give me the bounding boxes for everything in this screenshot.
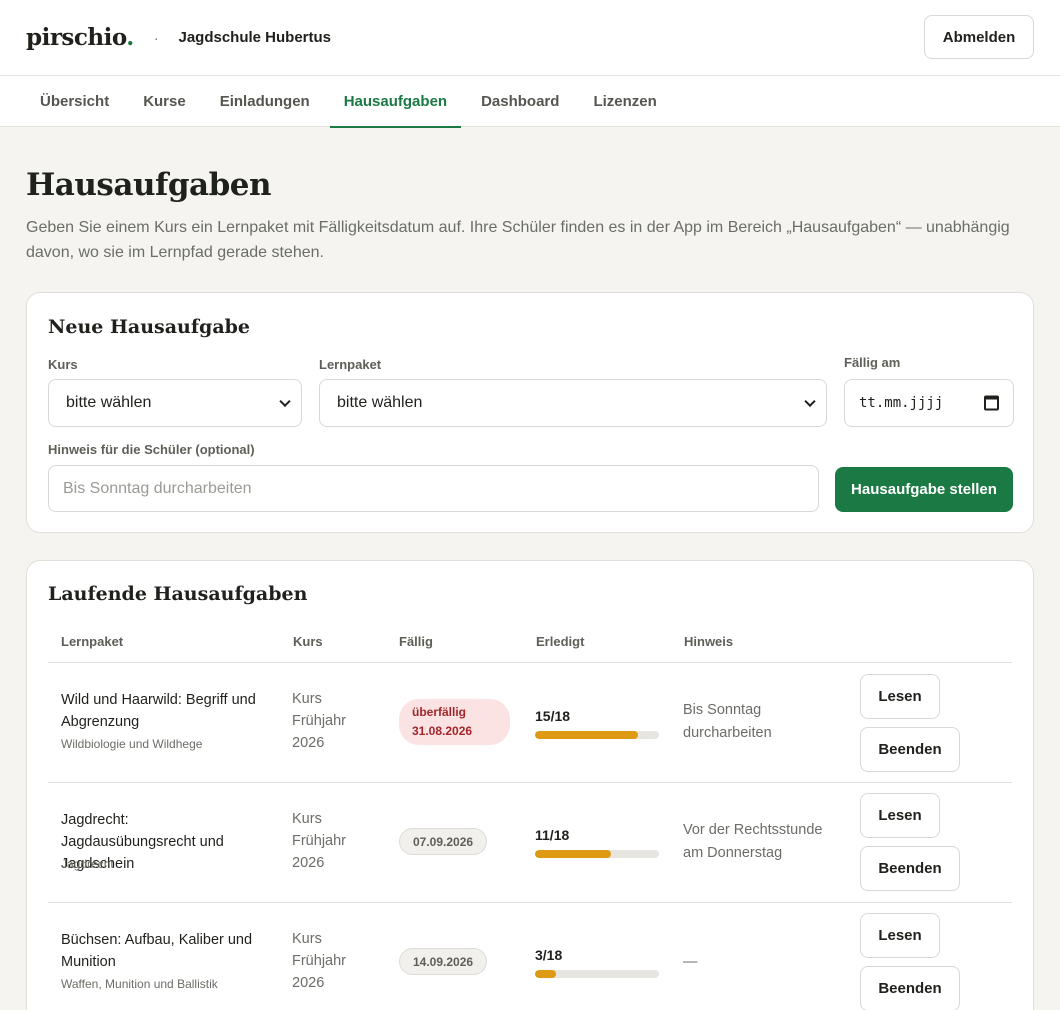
package-select[interactable]: bitte wählen [319, 379, 827, 427]
due-date-input[interactable]: tt.mm.jjjj [844, 379, 1014, 427]
running-homework-card: Laufende Hausaufgaben Lernpaket Kurs Fäl… [26, 560, 1034, 1010]
table-row: Wild und Haarwild: Begriff und Abgrenzun… [48, 663, 1012, 783]
package-label: Lernpaket [319, 357, 382, 372]
tab-uebersicht[interactable]: Übersicht [26, 76, 123, 127]
due-badge: 14.09.2026 [399, 948, 488, 975]
due-status: überfällig [412, 705, 467, 719]
row-package-category: Wildbiologie und Wildhege [61, 737, 203, 751]
due-badge: 07.09.2026 [399, 828, 488, 855]
row-course: Kurs Frühjahr 2026 [292, 811, 346, 871]
submit-homework-button[interactable]: Hausaufgabe stellen [835, 467, 1013, 512]
read-button[interactable]: Lesen [860, 913, 940, 958]
due-date: 14.09.2026 [413, 954, 474, 969]
row-hint: Vor der Rechtsstunde am Donnerstag [683, 822, 823, 861]
column-header-hint: Hinweis [684, 634, 734, 649]
due-date: 07.09.2026 [413, 834, 474, 849]
chevron-down-icon [279, 395, 291, 408]
row-package-category: Jagdrecht [61, 857, 114, 871]
page-description: Geben Sie einem Kurs ein Lernpaket mit F… [26, 219, 1010, 261]
due-badge-overdue: überfällig 31.08.2026 [399, 699, 510, 745]
column-header-due: Fällig [399, 634, 433, 649]
progress-fill [535, 970, 556, 978]
tab-einladungen[interactable]: Einladungen [206, 76, 324, 127]
course-select-value: bitte wählen [66, 394, 152, 411]
logo-text: pirschio [26, 24, 127, 51]
row-hint: Bis Sonntag durcharbeiten [683, 702, 772, 741]
main-content: Hausaufgaben Geben Sie einem Kurs ein Le… [0, 167, 1060, 1010]
course-select[interactable]: bitte wählen [48, 379, 302, 427]
end-button[interactable]: Beenden [860, 966, 960, 1010]
new-homework-card: Neue Hausaufgabe Kurs bitte wählen Lernp… [26, 292, 1034, 533]
due-date-label: Fällig am [844, 355, 901, 370]
column-header-package: Lernpaket [61, 634, 124, 649]
end-button[interactable]: Beenden [860, 846, 960, 891]
top-bar: pirschio. · Jagdschule Hubertus Abmelden [0, 0, 1060, 76]
school-name: Jagdschule Hubertus [178, 29, 332, 46]
row-package-title: Wild und Haarwild: Begriff und Abgrenzun… [61, 692, 256, 730]
read-button[interactable]: Lesen [860, 793, 940, 838]
row-package-category: Waffen, Munition und Ballistik [61, 977, 218, 991]
progress-bar [535, 970, 659, 978]
tab-hausaufgaben[interactable]: Hausaufgaben [329, 76, 462, 128]
column-header-done: Erledigt [536, 634, 585, 649]
progress-fill [535, 731, 639, 739]
row-package-title: Büchsen: Aufbau, Kaliber und Munition [61, 932, 253, 970]
hint-label: Hinweis für die Schüler (optional) [48, 442, 255, 457]
hint-input[interactable]: Bis Sonntag durcharbeiten [48, 465, 819, 512]
running-homework-title: Laufende Hausaufgaben [48, 583, 308, 605]
calendar-icon[interactable] [984, 395, 999, 411]
progress-fill [535, 850, 611, 858]
tab-kurse[interactable]: Kurse [129, 76, 200, 127]
logout-button[interactable]: Abmelden [924, 15, 1034, 59]
package-select-value: bitte wählen [337, 394, 423, 411]
row-course: Kurs Frühjahr 2026 [292, 931, 346, 991]
row-hint: — [683, 954, 698, 970]
progress-bar [535, 731, 659, 739]
due-date-placeholder: tt.mm.jjjj [859, 395, 944, 411]
tab-lizenzen[interactable]: Lizenzen [579, 76, 670, 127]
read-button[interactable]: Lesen [860, 674, 940, 719]
new-homework-title: Neue Hausaufgabe [48, 316, 251, 338]
tab-dashboard[interactable]: Dashboard [467, 76, 573, 127]
end-button[interactable]: Beenden [860, 727, 960, 772]
hint-placeholder: Bis Sonntag durcharbeiten [63, 479, 252, 497]
done-count: 11/18 [535, 827, 570, 843]
done-count: 3/18 [535, 947, 563, 963]
header-separator: · [153, 29, 159, 46]
main-nav: Übersicht Kurse Einladungen Hausaufgaben… [0, 76, 1060, 128]
row-course: Kurs Frühjahr 2026 [292, 691, 346, 751]
done-count: 15/18 [535, 708, 571, 724]
table-row: Jagdrecht: Jagdausübungsrecht und Jagdsc… [48, 783, 1012, 903]
course-label: Kurs [48, 357, 78, 372]
page-title: Hausaufgaben [26, 167, 272, 203]
due-date: 31.08.2026 [412, 724, 473, 738]
column-header-course: Kurs [293, 634, 323, 649]
logo[interactable]: pirschio. [26, 24, 134, 51]
progress-bar [535, 850, 659, 858]
table-row: Büchsen: Aufbau, Kaliber und Munition Wa… [48, 903, 1012, 1010]
logo-dot: . [126, 24, 134, 51]
chevron-down-icon [804, 395, 816, 408]
